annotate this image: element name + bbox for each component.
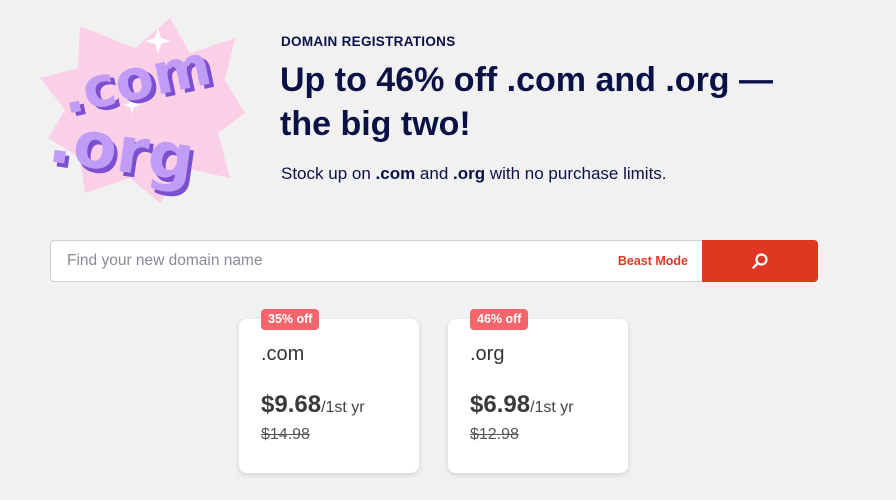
discount-badge: 46% off — [470, 309, 529, 330]
price-card-com[interactable]: 35% off .com $9.68/1st yr $14.98 — [239, 309, 419, 473]
domain-search-bar: Beast Mode — [50, 240, 818, 282]
discount-badge: 35% off — [261, 309, 320, 330]
price: $6.98/1st yr — [470, 391, 574, 419]
section-eyebrow: DOMAIN REGISTRATIONS — [281, 34, 456, 49]
search-box: Beast Mode — [50, 240, 702, 282]
search-icon — [752, 253, 768, 269]
subline-org: .org — [453, 164, 486, 183]
tld-label: .org — [470, 343, 505, 365]
beast-mode-link[interactable]: Beast Mode — [618, 254, 688, 268]
original-price: $12.98 — [470, 426, 519, 443]
subline-com: .com — [375, 164, 416, 183]
price-term: /1st yr — [530, 399, 574, 416]
price: $9.68/1st yr — [261, 391, 365, 419]
sale-price: $9.68 — [261, 391, 322, 418]
price-card-org[interactable]: 46% off .org $6.98/1st yr $12.98 — [448, 309, 628, 473]
tld-label: .com — [261, 343, 305, 365]
price-term: /1st yr — [321, 399, 365, 416]
sale-price: $6.98 — [470, 391, 531, 418]
headline-line-1: Up to 46% off .com and .org — — [280, 61, 774, 99]
headline-line-2: the big two! — [280, 105, 471, 143]
page-headline: Up to 46% off .com and .org — the big tw… — [280, 58, 840, 146]
hero-domain-illustration: .com .com .org .org — [40, 18, 245, 203]
subline-suffix: with no purchase limits. — [485, 164, 667, 183]
search-button[interactable] — [702, 240, 818, 282]
subline-and: and — [415, 164, 454, 183]
original-price: $14.98 — [261, 426, 310, 443]
subline-prefix: Stock up on — [281, 164, 376, 183]
page-subline: Stock up on .com and .org with no purcha… — [281, 164, 667, 184]
domain-search-input[interactable] — [65, 251, 618, 271]
